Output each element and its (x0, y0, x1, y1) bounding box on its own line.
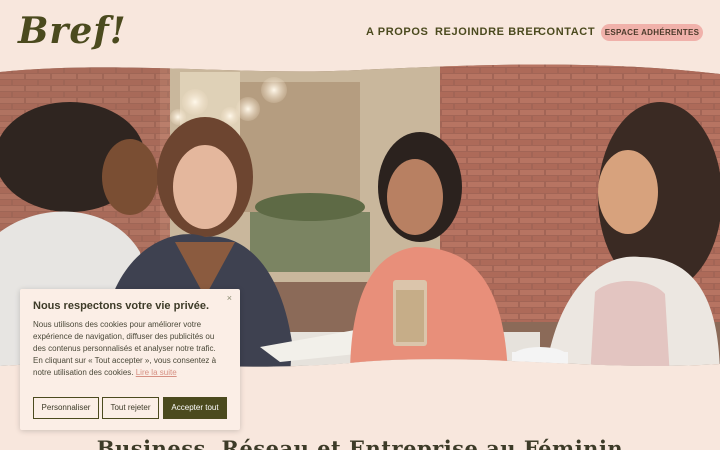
close-icon[interactable]: × (227, 293, 232, 303)
page-tagline: Business, Réseau et Entreprise au Fémini… (96, 436, 624, 450)
cookie-description-text: Nous utilisons des cookies pour améliore… (33, 320, 217, 377)
site-header: Bref! A PROPOS REJOINDRE BREF CONTACT ES… (0, 0, 720, 64)
personnaliser-button[interactable]: Personnaliser (33, 397, 99, 419)
accepter-tout-button[interactable]: Accepter tout (163, 397, 227, 419)
cookie-title: Nous respectons votre vie privée. (33, 300, 210, 312)
nav-link-contact[interactable]: CONTACT (538, 26, 595, 38)
nav-link-a-propos[interactable]: A PROPOS (366, 26, 428, 38)
cookie-button-group: Personnaliser Tout rejeter Accepter tout (33, 397, 233, 419)
nav-link-rejoindre-bref[interactable]: REJOINDRE BREF (435, 26, 541, 38)
cookie-read-more-link[interactable]: Lire la suite (136, 368, 177, 377)
tout-rejeter-button[interactable]: Tout rejeter (102, 397, 159, 419)
espace-adherentes-button[interactable]: ESPACE ADHÉRENTES (601, 24, 703, 41)
cookie-description: Nous utilisons des cookies pour améliore… (33, 319, 227, 379)
cookie-consent-banner: × Nous respectons votre vie privée. Nous… (20, 289, 240, 430)
